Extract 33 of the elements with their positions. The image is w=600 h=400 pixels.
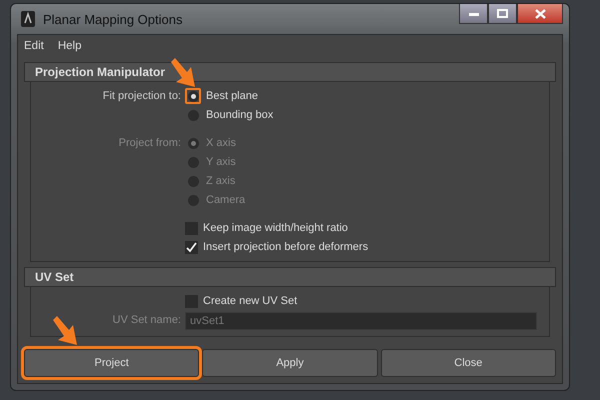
window-title: Planar Mapping Options <box>43 12 184 26</box>
close-icon <box>534 8 546 18</box>
radio-label: Bounding box <box>206 109 274 121</box>
app-icon <box>21 11 35 27</box>
close-button[interactable] <box>517 4 563 24</box>
section-header[interactable]: Projection Manipulator <box>24 62 556 82</box>
maximize-icon <box>497 9 508 18</box>
checkbox-label: Insert projection before deformers <box>203 241 368 253</box>
arrow-icon <box>169 58 197 88</box>
radio-button[interactable] <box>185 88 201 104</box>
checkbox[interactable] <box>185 294 198 308</box>
field-label: Fit projection to: <box>102 89 181 104</box>
radio-label: Camera <box>206 194 246 206</box>
radio-label: Y axis <box>206 156 236 168</box>
checkbox-label: Keep image width/height ratio <box>203 222 348 234</box>
checkbox[interactable] <box>185 222 198 234</box>
dialog-button[interactable]: Project <box>24 349 200 377</box>
minimize-button[interactable] <box>459 4 488 24</box>
radio-label: Best plane <box>206 90 258 102</box>
field-label: UV Set name: <box>112 313 181 328</box>
field-label: Project from: <box>118 136 181 151</box>
section-header[interactable]: UV Set <box>24 267 556 287</box>
maximize-button[interactable] <box>488 4 517 24</box>
checkbox[interactable] <box>185 240 198 254</box>
dialog-button[interactable]: Apply <box>202 349 378 377</box>
menu-item[interactable]: Edit <box>24 40 44 52</box>
checkbox-label: Create new UV Set <box>203 295 298 307</box>
arrow-icon <box>51 316 79 346</box>
minimize-icon <box>468 12 478 16</box>
menu-item[interactable]: Help <box>58 40 82 52</box>
radio-label: X axis <box>206 137 236 149</box>
radio-label: Z axis <box>206 175 236 187</box>
dialog-button[interactable]: Close <box>380 349 556 377</box>
